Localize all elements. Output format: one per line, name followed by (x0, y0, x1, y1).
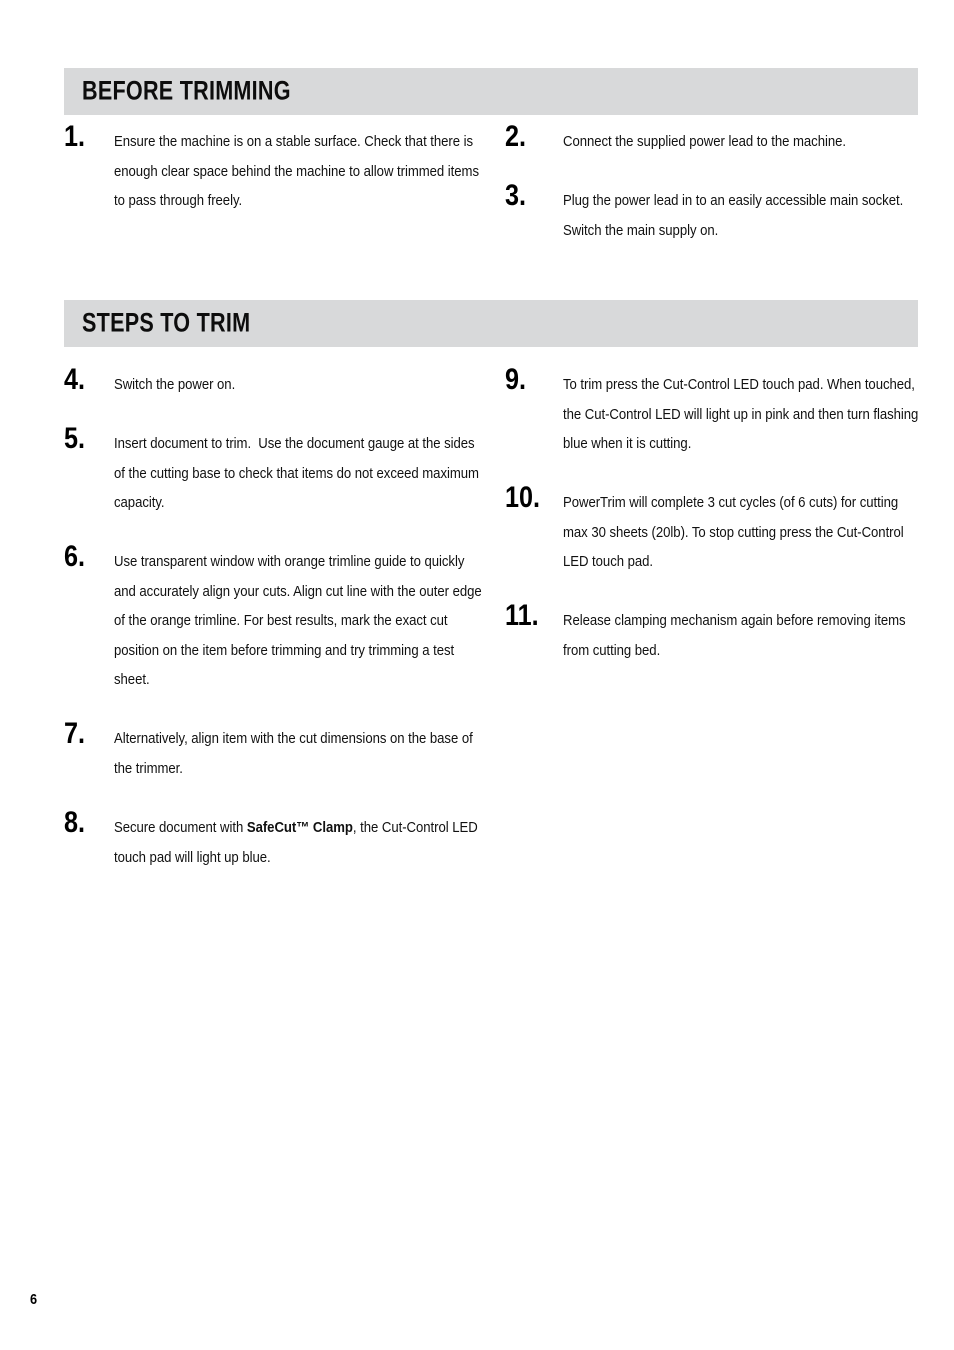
step-text-6: Use transparent window with orange triml… (114, 554, 486, 688)
step-item-10: 10. PowerTrim will complete 3 cut cycles… (505, 483, 925, 578)
step-text-4: Switch the power on. (114, 377, 236, 393)
step-number-3: 3. (505, 179, 527, 212)
step-item-1: 1. Ensure the machine is on a stable sur… (64, 122, 484, 217)
step-text-3: Plug the power lead in to an easily acce… (563, 193, 907, 239)
section-header-before-trimming: BEFORE TRIMMING (64, 68, 918, 115)
section-header-steps-to-trim: STEPS TO TRIM (64, 300, 918, 347)
step-text-7: Alternatively, align item with the cut d… (114, 731, 477, 777)
step-item-7: 7. Alternatively, align item with the cu… (64, 719, 484, 784)
step-item-4: 4. Switch the power on. (64, 365, 484, 401)
step-text-8-bold: SafeCut™ Clamp (246, 820, 353, 836)
step-item-11: 11. Release clamping mechanism again bef… (505, 601, 925, 666)
step-text-10: PowerTrim will complete 3 cut cycles (of… (563, 495, 908, 570)
page-number: 6 (30, 1291, 38, 1308)
step-text-2: Connect the supplied power lead to the m… (563, 134, 847, 150)
step-item-5: 5. Insert document to trim. Use the docu… (64, 424, 484, 519)
step-number-2: 2. (505, 120, 527, 153)
step-text-11: Release clamping mechanism again before … (563, 613, 910, 659)
step-number-10: 10. (505, 481, 541, 514)
step-number-4: 4. (64, 363, 86, 396)
step-text-5: Insert document to trim. Use the documen… (114, 436, 483, 511)
step-number-5: 5. (64, 422, 86, 455)
step-number-11: 11. (505, 599, 539, 632)
step-number-6: 6. (64, 540, 86, 573)
manual-page: BEFORE TRIMMING 1. Ensure the machine is… (0, 0, 954, 1350)
step-number-7: 7. (64, 717, 86, 750)
step-item-2: 2. Connect the supplied power lead to th… (505, 122, 925, 158)
step-text-9: To trim press the Cut-Control LED touch … (563, 377, 922, 452)
section-title-steps-to-trim: STEPS TO TRIM (82, 306, 251, 337)
step-item-6: 6. Use transparent window with orange tr… (64, 542, 486, 696)
section-title-before-trimming: BEFORE TRIMMING (82, 74, 291, 105)
step-number-1: 1. (64, 120, 86, 153)
step-item-3: 3. Plug the power lead in to an easily a… (505, 181, 925, 246)
step-text-1: Ensure the machine is on a stable surfac… (114, 134, 483, 209)
step-text-8-before: Secure document with (114, 820, 247, 836)
step-number-8: 8. (64, 806, 86, 839)
step-item-8: 8. Secure document with SafeCut™ Clamp, … (64, 808, 484, 873)
step-item-9: 9. To trim press the Cut-Control LED tou… (505, 365, 925, 460)
step-number-9: 9. (505, 363, 527, 396)
step-text-8: Secure document with SafeCut™ Clamp, the… (114, 814, 484, 873)
